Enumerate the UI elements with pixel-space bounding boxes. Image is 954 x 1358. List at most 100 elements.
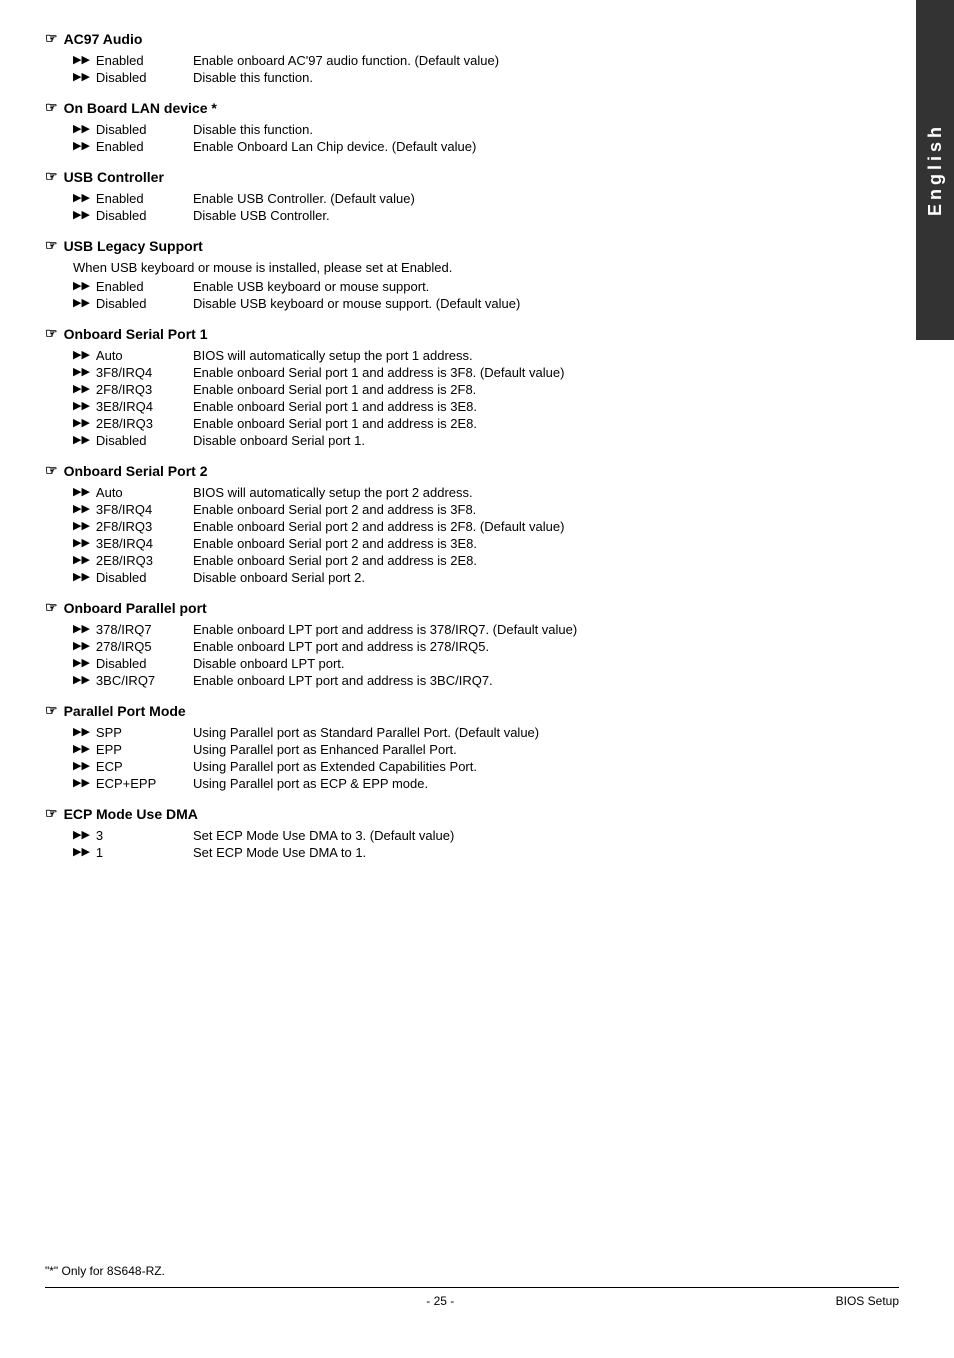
section-title-text: ECP Mode Use DMA: [64, 806, 198, 822]
bullet-icon: ▶▶: [73, 725, 90, 738]
item-value-text: Disable onboard Serial port 1.: [193, 433, 861, 448]
side-tab-text: English: [925, 123, 946, 216]
item-key: ▶▶ Disabled: [73, 570, 193, 585]
item-key: ▶▶ Disabled: [73, 433, 193, 448]
item-value-text: Set ECP Mode Use DMA to 1.: [193, 845, 861, 860]
footer: - 25 - BIOS Setup: [45, 1287, 899, 1308]
cursor-icon: ☞: [45, 462, 58, 479]
item-key-text: SPP: [96, 725, 122, 740]
item-value-text: Using Parallel port as Extended Capabili…: [193, 759, 861, 774]
item-value-text: BIOS will automatically setup the port 1…: [193, 348, 861, 363]
main-content: ☞AC97 Audio▶▶ EnabledEnable onboard AC'9…: [0, 0, 916, 1358]
item-key: ▶▶ SPP: [73, 725, 193, 740]
item-row: ▶▶ Auto BIOS will automatically setup the…: [73, 348, 861, 363]
item-row: ▶▶ 3F8/IRQ4Enable onboard Serial port 2 …: [73, 502, 861, 517]
bullet-icon: ▶▶: [73, 776, 90, 789]
item-value-text: Enable onboard Serial port 2 and address…: [193, 553, 861, 568]
item-key: ▶▶ Disabled: [73, 122, 193, 137]
item-row: ▶▶ DisabledDisable this function.: [73, 122, 861, 137]
item-row: ▶▶ 3E8/IRQ4Enable onboard Serial port 1 …: [73, 399, 861, 414]
section-ecp-mode-use-dma: ☞ ECP Mode Use DMA ▶▶ 3 Set ECP Mode Use DM…: [45, 805, 861, 860]
bullet-icon: ▶▶: [73, 416, 90, 429]
section-title-text: Onboard Parallel port: [64, 600, 207, 616]
bullet-icon: ▶▶: [73, 122, 90, 135]
item-key: ▶▶ 3E8/IRQ4: [73, 399, 193, 414]
item-row: ▶▶ EnabledEnable USB Controller. (Defaul…: [73, 191, 861, 206]
item-key-text: 3: [96, 828, 103, 843]
bullet-icon: ▶▶: [73, 139, 90, 152]
item-key-text: Disabled: [96, 656, 147, 671]
item-value-text: Enable onboard Serial port 2 and address…: [193, 519, 861, 534]
item-value-text: Enable onboard LPT port and address is 2…: [193, 639, 861, 654]
item-key-text: 3F8/IRQ4: [96, 502, 152, 517]
item-row: ▶▶ DisabledDisable onboard LPT port.: [73, 656, 861, 671]
item-value-text: Using Parallel port as Standard Parallel…: [193, 725, 861, 740]
bullet-icon: ▶▶: [73, 279, 90, 292]
section-title-usb-legacy-support: ☞ USB Legacy Support: [45, 237, 861, 254]
item-row: ▶▶ 2E8/IRQ3Enable onboard Serial port 2 …: [73, 553, 861, 568]
item-key-text: 3E8/IRQ4: [96, 536, 153, 551]
bullet-icon: ▶▶: [73, 673, 90, 686]
item-key-text: Auto: [96, 348, 123, 363]
item-row: ▶▶ 2E8/IRQ3Enable onboard Serial port 1 …: [73, 416, 861, 431]
item-key: ▶▶ EPP: [73, 742, 193, 757]
section-title-onboard-serial-port-1: ☞Onboard Serial Port 1: [45, 325, 861, 342]
item-value-text: Enable onboard Serial port 1 and address…: [193, 416, 861, 431]
bullet-icon: ▶▶: [73, 208, 90, 221]
item-row: ▶▶ DisabledDisable onboard Serial port 2…: [73, 570, 861, 585]
item-value-text: Enable onboard AC'97 audio function. (De…: [193, 53, 861, 68]
item-key: ▶▶ Enabled: [73, 279, 193, 294]
item-key: ▶▶ Disabled: [73, 208, 193, 223]
item-key-text: 378/IRQ7: [96, 622, 152, 637]
section-onboard-parallel-port: ☞Onboard Parallel port▶▶ 378/IRQ7Enable …: [45, 599, 861, 688]
section-title-ac97-audio: ☞AC97 Audio: [45, 30, 861, 47]
item-key: ▶▶ 2F8/IRQ3: [73, 519, 193, 534]
cursor-icon: ☞: [45, 99, 58, 116]
bullet-icon: ▶▶: [73, 553, 90, 566]
item-value-text: Set ECP Mode Use DMA to 3. (Default valu…: [193, 828, 861, 843]
section-title-parallel-port-mode: ☞ Parallel Port Mode: [45, 702, 861, 719]
item-row: ▶▶ EnabledEnable USB keyboard or mouse s…: [73, 279, 861, 294]
bullet-icon: ▶▶: [73, 639, 90, 652]
item-key: ▶▶ ECP: [73, 759, 193, 774]
cursor-icon: ☞: [45, 805, 58, 822]
item-key: ▶▶ 1: [73, 845, 193, 860]
item-key-text: Enabled: [96, 139, 144, 154]
item-row: ▶▶ EnabledEnable Onboard Lan Chip device…: [73, 139, 861, 154]
side-tab: English: [916, 0, 954, 340]
item-value-text: Enable onboard Serial port 2 and address…: [193, 536, 861, 551]
item-key: ▶▶ 278/IRQ5: [73, 639, 193, 654]
footer-page: - 25 -: [45, 1294, 836, 1308]
item-row: ▶▶ 2F8/IRQ3Enable onboard Serial port 1 …: [73, 382, 861, 397]
bullet-icon: ▶▶: [73, 365, 90, 378]
item-value-text: Enable USB Controller. (Default value): [193, 191, 861, 206]
item-key-text: ECP+EPP: [96, 776, 156, 791]
item-key-text: Enabled: [96, 279, 144, 294]
item-value-text: Enable USB keyboard or mouse support.: [193, 279, 861, 294]
item-row: ▶▶ 278/IRQ5Enable onboard LPT port and a…: [73, 639, 861, 654]
item-key-text: 3F8/IRQ4: [96, 365, 152, 380]
item-key-text: ECP: [96, 759, 123, 774]
item-key: ▶▶ Enabled: [73, 191, 193, 206]
cursor-icon: ☞: [45, 325, 58, 342]
item-row: ▶▶ EnabledEnable onboard AC'97 audio fun…: [73, 53, 861, 68]
item-key: ▶▶ Enabled: [73, 53, 193, 68]
cursor-icon: ☞: [45, 599, 58, 616]
section-title-text: Parallel Port Mode: [64, 703, 186, 719]
item-key: ▶▶ 378/IRQ7: [73, 622, 193, 637]
bullet-icon: ▶▶: [73, 382, 90, 395]
cursor-icon: ☞: [45, 702, 58, 719]
item-key-text: Disabled: [96, 433, 147, 448]
section-title-text: AC97 Audio: [64, 31, 143, 47]
bullet-icon: ▶▶: [73, 348, 90, 361]
item-value-text: Disable USB Controller.: [193, 208, 861, 223]
item-value-text: Disable this function.: [193, 70, 861, 85]
item-key-text: 2F8/IRQ3: [96, 382, 152, 397]
section-title-text: USB Legacy Support: [64, 238, 203, 254]
section-title-usb-controller: ☞USB Controller: [45, 168, 861, 185]
section-parallel-port-mode: ☞Parallel Port Mode▶▶ SPPUsing Parallel …: [45, 702, 861, 791]
bullet-icon: ▶▶: [73, 828, 90, 841]
bullet-icon: ▶▶: [73, 742, 90, 755]
cursor-icon: ☞: [45, 237, 58, 254]
bullet-icon: ▶▶: [73, 399, 90, 412]
